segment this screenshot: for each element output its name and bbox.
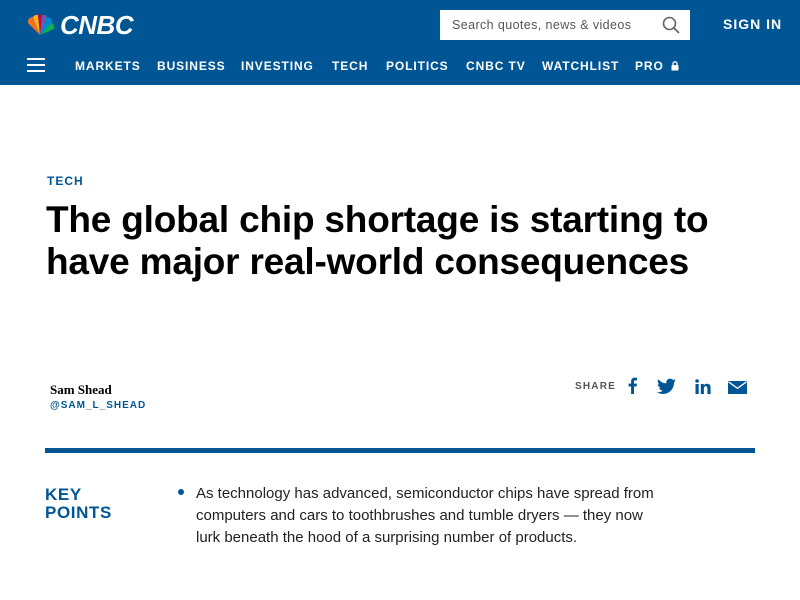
nav-tech[interactable]: TECH	[332, 59, 368, 73]
article-category[interactable]: TECH	[47, 174, 84, 188]
nav-investing[interactable]: INVESTING	[241, 59, 314, 73]
article-headline: The global chip shortage is starting to …	[46, 199, 709, 282]
nav-pro[interactable]: PRO	[635, 59, 679, 73]
author-handle[interactable]: @SAM_L_SHEAD	[50, 400, 146, 411]
search-input[interactable]	[440, 10, 650, 40]
peacock-icon	[27, 14, 55, 35]
linkedin-icon[interactable]	[695, 378, 711, 395]
twitter-icon[interactable]	[657, 378, 676, 395]
nav-pro-label: PRO	[635, 59, 664, 73]
bullet-icon	[178, 489, 184, 495]
nav-watchlist[interactable]: WATCHLIST	[542, 59, 619, 73]
email-icon[interactable]	[728, 379, 747, 396]
nav-politics[interactable]: POLITICS	[386, 59, 449, 73]
nav-business[interactable]: BUSINESS	[157, 59, 226, 73]
menu-icon[interactable]	[27, 58, 45, 72]
share-label: SHARE	[575, 381, 617, 392]
facebook-icon[interactable]	[627, 377, 638, 394]
section-divider	[45, 448, 755, 453]
lock-icon	[671, 61, 679, 71]
logo-wordmark: CNBC	[60, 9, 134, 40]
sign-in-link[interactable]: SIGN IN	[723, 16, 782, 32]
nav-cnbc-tv[interactable]: CNBC TV	[466, 59, 526, 73]
site-header: CNBC SIGN IN MARKETS BUSINESS INVESTING …	[0, 0, 800, 85]
key-points-title: KEY POINTS	[45, 485, 112, 522]
search-icon[interactable]	[662, 16, 680, 34]
nav-markets[interactable]: MARKETS	[75, 59, 141, 73]
key-point-item: As technology has advanced, semiconducto…	[196, 485, 654, 546]
search-box[interactable]	[440, 10, 690, 40]
cnbc-logo[interactable]: CNBC	[24, 9, 134, 40]
author-name[interactable]: Sam Shead	[50, 382, 112, 398]
